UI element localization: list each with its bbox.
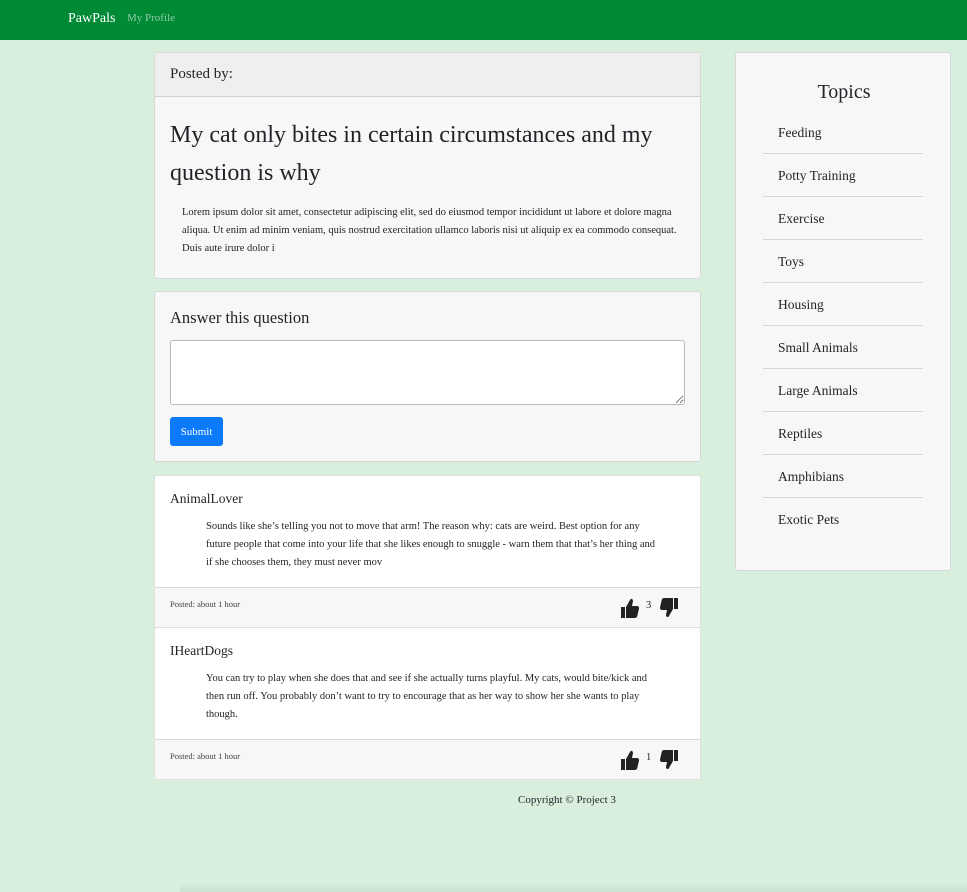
thumbs-down-icon[interactable] <box>659 750 678 770</box>
answer-footer: Posted: about 1 hour 1 <box>155 739 700 779</box>
thumbs-up-icon[interactable] <box>621 750 640 770</box>
copyright-footer: Copyright © Project 3 <box>518 794 616 806</box>
question-title: My cat only bites in certain circumstanc… <box>170 122 653 186</box>
answer-card: IHeartDogs You can try to play when she … <box>154 627 701 780</box>
brand-link[interactable]: PawPals <box>68 11 115 27</box>
posted-time: Posted: about 1 hour <box>170 751 241 761</box>
bottom-shadow <box>180 882 967 892</box>
answer-textarea[interactable] <box>170 340 685 405</box>
question-body: Lorem ipsum dolor sit amet, consectetur … <box>182 207 677 254</box>
topics-list: Feeding Potty Training Exercise Toys Hou… <box>763 111 923 541</box>
topic-amphibians[interactable]: Amphibians <box>763 455 923 498</box>
topics-sidebar: Topics Feeding Potty Training Exercise T… <box>735 52 951 571</box>
topic-reptiles[interactable]: Reptiles <box>763 412 923 455</box>
answer-card: AnimalLover Sounds like she’s telling yo… <box>154 475 701 628</box>
vote-count: 3 <box>646 600 652 611</box>
topics-title: Topics <box>817 81 871 103</box>
navbar: PawPals My Profile <box>0 0 967 40</box>
answer-form-title: Answer this question <box>170 308 310 327</box>
topic-exotic-pets[interactable]: Exotic Pets <box>763 498 923 541</box>
answer-author: IHeartDogs <box>170 643 233 658</box>
question-card: Posted by: My cat only bites in certain … <box>154 52 701 279</box>
answer-author: AnimalLover <box>170 491 243 506</box>
posted-by-label: Posted by: <box>155 53 700 97</box>
topic-feeding[interactable]: Feeding <box>763 111 923 154</box>
thumbs-up-icon[interactable] <box>621 598 640 618</box>
answer-body: Sounds like she’s telling you not to mov… <box>206 521 656 568</box>
topic-large-animals[interactable]: Large Animals <box>763 369 923 412</box>
submit-button[interactable]: Submit <box>170 417 223 446</box>
my-profile-link[interactable]: My Profile <box>127 12 175 24</box>
answer-body: You can try to play when she does that a… <box>206 673 648 720</box>
vote-count: 1 <box>646 752 652 763</box>
answer-footer: Posted: about 1 hour 3 <box>155 587 700 627</box>
answer-form: Answer this question Submit <box>154 291 701 462</box>
thumbs-down-icon[interactable] <box>659 598 678 618</box>
topic-exercise[interactable]: Exercise <box>763 197 923 240</box>
posted-time: Posted: about 1 hour <box>170 599 241 609</box>
topic-small-animals[interactable]: Small Animals <box>763 326 923 369</box>
topic-housing[interactable]: Housing <box>763 283 923 326</box>
topic-potty-training[interactable]: Potty Training <box>763 154 923 197</box>
topic-toys[interactable]: Toys <box>763 240 923 283</box>
